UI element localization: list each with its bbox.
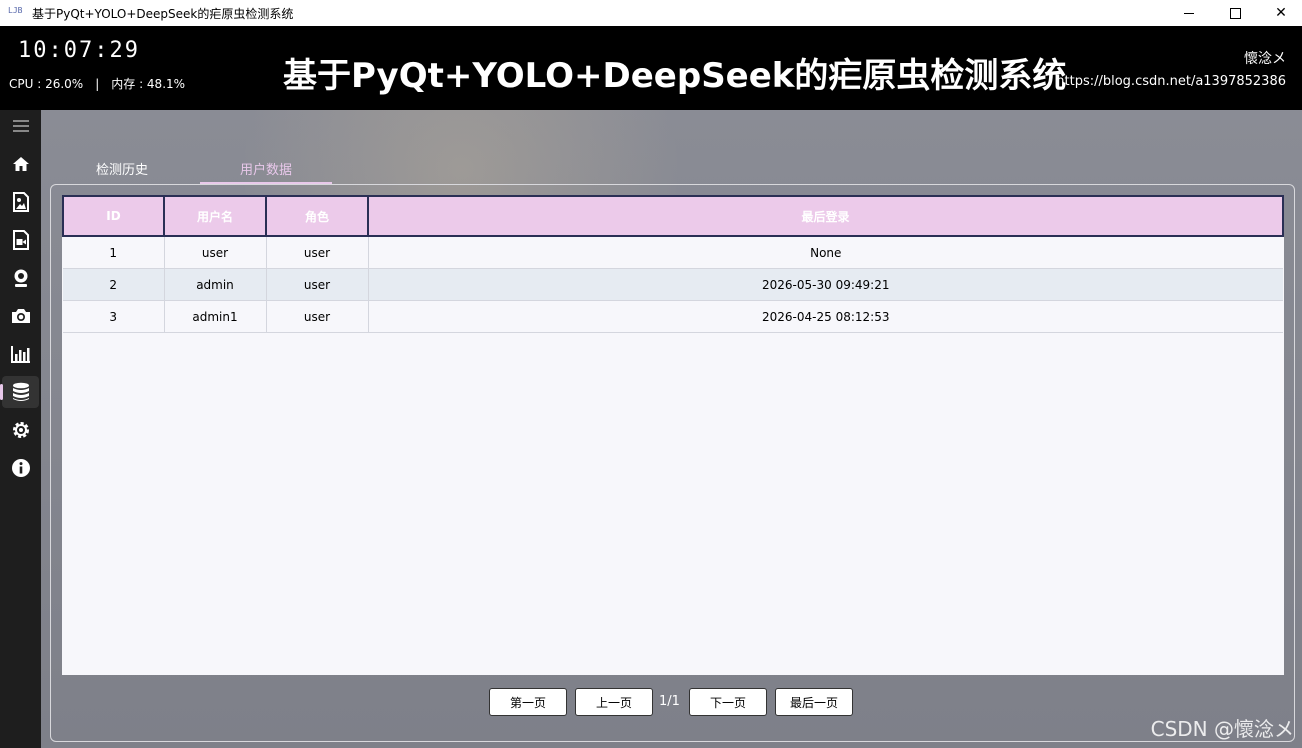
blog-url: https://blog.csdn.net/a1397852386 [1056,74,1286,89]
sidebar-item-video-detect[interactable] [2,224,39,256]
cell-role: user [266,268,369,301]
close-icon: ✕ [1275,5,1287,21]
sidebar-menu-toggle[interactable] [2,110,39,142]
stats-separator: | [95,77,100,91]
main-content: 检测历史 用户数据 ID 用户名 角色 最后登录 1 user user Non… [41,110,1302,748]
cell-id: 3 [63,300,165,333]
close-button[interactable]: ✕ [1258,0,1302,26]
app-header: 10:07:29 CPU : 26.0% | 内存 : 48.1% 基于PyQt+Y… [0,26,1302,110]
sidebar-item-home[interactable] [2,148,39,180]
table-row[interactable]: 1 user user None [63,236,1283,269]
page-indicator: 1/1 [659,694,680,709]
next-page-button[interactable]: 下一页 [689,688,767,716]
settings-icon [12,422,29,438]
app-icon: LJB [8,6,23,15]
prev-page-button[interactable]: 上一页 [575,688,653,716]
cell-role: user [266,236,369,269]
user-table-container[interactable]: ID 用户名 角色 最后登录 1 user user None 2 admin … [62,195,1284,675]
table-row[interactable]: 3 admin1 user 2026-04-25 08:12:53 [63,300,1283,333]
watermark: CSDN @懷淰メ [1150,717,1294,741]
column-header-last-login[interactable]: 最后登录 [367,195,1284,237]
chart-icon [10,346,30,363]
tab-detection-history[interactable]: 检测历史 [61,154,183,182]
window-title: 基于PyQt+YOLO+DeepSeek的疟原虫检测系统 [32,7,294,21]
author-name: 懷淰メ [1244,51,1286,67]
table-header-row: ID 用户名 角色 最后登录 [62,195,1284,237]
last-page-button[interactable]: 最后一页 [775,688,853,716]
video-detect-icon [12,230,29,250]
database-icon [12,382,29,401]
cell-last-login: 2026-05-30 09:49:21 [368,268,1283,301]
table-row[interactable]: 2 admin user 2026-05-30 09:49:21 [63,268,1283,301]
sidebar-item-camera[interactable] [2,300,39,332]
home-icon [12,157,29,171]
sidebar-item-database[interactable] [0,376,39,408]
pagination: 第一页 上一页 1/1 下一页 最后一页 [51,688,1294,718]
column-header-username[interactable]: 用户名 [163,195,267,237]
system-stats: CPU : 26.0% | 内存 : 48.1% [9,75,185,92]
camera-icon [11,309,30,323]
minimize-button[interactable] [1166,0,1212,26]
cell-last-login: None [368,236,1283,269]
cell-role: user [266,300,369,333]
cell-username: admin [164,268,267,301]
maximize-button[interactable] [1212,0,1258,26]
maximize-icon [1229,7,1241,19]
column-header-role[interactable]: 角色 [265,195,369,237]
sidebar-item-settings[interactable] [2,414,39,446]
sidebar-item-image-detect[interactable] [2,186,39,218]
sidebar-item-statistics[interactable] [2,338,39,370]
cell-id: 1 [63,236,165,269]
clock-display: 10:07:29 [18,38,140,63]
memory-usage: 内存 : 48.1% [111,77,186,91]
menu-icon [12,120,29,132]
cpu-usage: CPU : 26.0% [9,77,84,91]
sidebar [0,110,41,748]
sidebar-item-about[interactable] [2,452,39,484]
user-table: ID 用户名 角色 最后登录 1 user user None 2 admin … [62,195,1284,333]
first-page-button[interactable]: 第一页 [489,688,567,716]
cell-id: 2 [63,268,165,301]
minimize-icon [1184,12,1194,14]
user-data-panel: ID 用户名 角色 最后登录 1 user user None 2 admin … [50,184,1295,742]
cell-last-login: 2026-04-25 08:12:53 [368,300,1283,333]
cell-username: admin1 [164,300,267,333]
webcam-icon [14,269,27,287]
window-title-bar: LJB 基于PyQt+YOLO+DeepSeek的疟原虫检测系统 ✕ [0,0,1302,26]
page-title: 基于PyQt+YOLO+DeepSeek的疟原虫检测系统 [283,56,1067,96]
info-icon [11,459,30,477]
image-detect-icon [12,192,29,212]
tab-user-data[interactable]: 用户数据 [200,154,332,184]
cell-username: user [164,236,267,269]
column-header-id[interactable]: ID [62,195,165,237]
sidebar-item-webcam[interactable] [2,262,39,294]
